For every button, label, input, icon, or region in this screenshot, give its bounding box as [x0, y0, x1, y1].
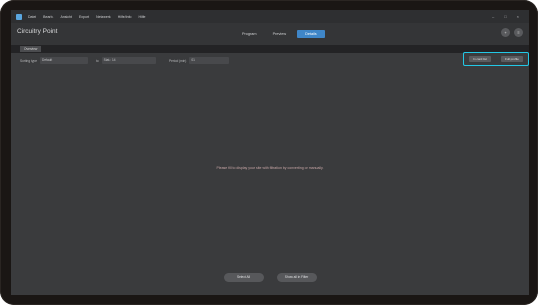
filter-period: Period (min) 01 — [169, 57, 230, 64]
menu-item-info[interactable]: Hilfe/Info — [118, 15, 132, 19]
filter-sorting: Sorting type Default — [20, 57, 89, 64]
sorting-select[interactable]: Default — [40, 57, 89, 64]
menu-item-help[interactable]: Hilfe — [139, 15, 146, 19]
tab-program[interactable]: Program — [237, 30, 262, 38]
close-icon[interactable]: × — [517, 14, 519, 19]
tab-bar: Program Preview Details — [237, 30, 325, 38]
menu-item-export[interactable]: Export — [79, 15, 89, 19]
filter-period-label: Period (min) — [169, 58, 187, 63]
filter-sorting-label: Sorting type — [20, 58, 38, 63]
app-header: Circuitry Point Program Preview Details … — [11, 23, 529, 45]
menu-item-file[interactable]: Datei — [28, 15, 36, 19]
action-buttons-group: In card list Full profile — [463, 52, 529, 66]
filter-range-prefix: to — [96, 58, 99, 63]
full-profile-button[interactable]: Full profile — [501, 56, 523, 62]
period-field[interactable]: 01 — [189, 57, 230, 64]
menu-item-view[interactable]: Ansicht — [60, 15, 71, 19]
menu-icon[interactable]: ≡ — [514, 28, 523, 37]
subtab-bar: Overview — [11, 45, 529, 53]
filter-row: Sorting type Default to Stat.: 14 Period… — [11, 53, 529, 69]
show-all-filter-button[interactable]: Show all in Filter — [276, 273, 317, 282]
device-frame: Datei Bearb. Ansicht Export Netzwerk Hil… — [0, 0, 538, 305]
menu-bar: Datei Bearb. Ansicht Export Netzwerk Hil… — [28, 15, 146, 19]
card-list-button[interactable]: In card list — [469, 56, 491, 62]
minimize-icon[interactable]: – — [492, 14, 494, 19]
maximize-icon[interactable]: □ — [504, 14, 506, 19]
tab-details[interactable]: Details — [297, 30, 325, 38]
empty-state-message: Please fill to display your site with fi… — [216, 166, 324, 170]
app-window: Datei Bearb. Ansicht Export Netzwerk Hil… — [11, 10, 529, 295]
range-field[interactable]: Stat.: 14 — [101, 57, 156, 64]
page-title: Circuitry Point — [17, 28, 58, 35]
window-controls: – □ × — [492, 14, 519, 19]
app-logo-icon — [16, 13, 22, 20]
subtab-overview[interactable]: Overview — [20, 46, 42, 52]
add-icon[interactable]: + — [501, 28, 510, 37]
filter-range: to Stat.: 14 — [96, 57, 156, 64]
menu-item-network[interactable]: Netzwerk — [96, 15, 111, 19]
tab-preview[interactable]: Preview — [268, 30, 292, 38]
menu-item-edit[interactable]: Bearb. — [43, 15, 53, 19]
title-bar: Datei Bearb. Ansicht Export Netzwerk Hil… — [11, 10, 529, 23]
bottom-actions: Select All Show all in Filter — [11, 273, 529, 282]
select-all-button[interactable]: Select All — [223, 273, 264, 282]
